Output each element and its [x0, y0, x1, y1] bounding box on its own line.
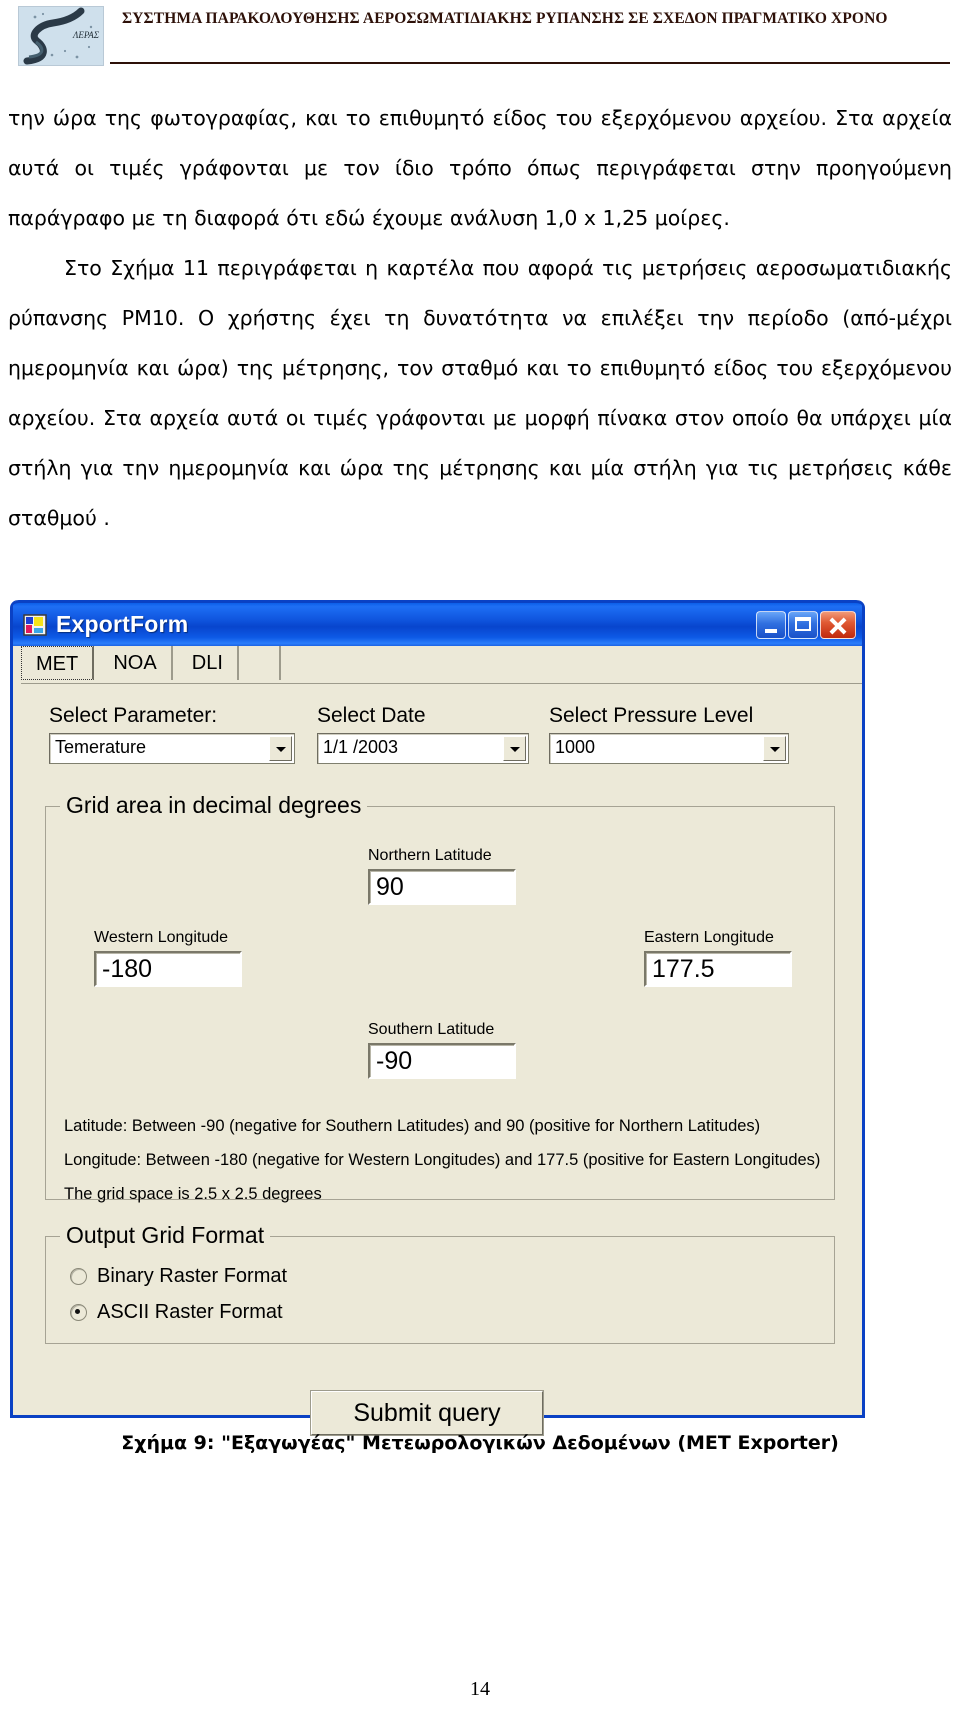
- eastern-longitude-value: 177.5: [652, 955, 715, 983]
- window-titlebar[interactable]: ExportForm: [13, 600, 862, 646]
- southern-latitude-field: Southern Latitude -90: [368, 1021, 516, 1079]
- page-header-title: ΣΥΣΤΗΜΑ ΠΑΡΑΚΟΛΟΥΘΗΣΗΣ ΑΕΡΟΣΩΜΑΤΙΔΙΑΚΗΣ …: [122, 10, 888, 27]
- paragraph-1: την ώρα της φωτογραφίας, και το επιθυμητ…: [8, 106, 952, 230]
- northern-latitude-value: 90: [376, 873, 404, 901]
- pressure-combobox[interactable]: 1000: [549, 733, 789, 764]
- chevron-down-icon[interactable]: [763, 736, 786, 761]
- select-pressure-label: Select Pressure Level: [549, 704, 754, 727]
- western-longitude-input[interactable]: -180: [94, 951, 242, 987]
- figure-caption: Σχήμα 9: "Εξαγωγέας" Μετεωρολογικών Δεδο…: [121, 1432, 839, 1454]
- output-format-title: Output Grid Format: [60, 1222, 271, 1249]
- southern-latitude-label: Southern Latitude: [368, 1021, 495, 1038]
- date-combobox-value: 1/1 /2003: [323, 737, 399, 757]
- logo-graphic: ΛΕΡΑΣ: [19, 7, 103, 65]
- tab-dli[interactable]: DLI: [177, 646, 239, 680]
- application-icon: [23, 613, 47, 637]
- selector-row: Select Parameter: Temerature Select Date…: [49, 704, 839, 774]
- parameter-combobox[interactable]: Temerature: [49, 733, 295, 764]
- grid-space-hint: The grid space is 2.5 x 2.5 degrees: [64, 1185, 322, 1203]
- western-longitude-label: Western Longitude: [94, 929, 229, 946]
- tabstrip-filler: [243, 646, 282, 680]
- minimize-button[interactable]: [756, 610, 786, 639]
- southern-latitude-input[interactable]: -90: [368, 1043, 516, 1079]
- latitude-hint: Latitude: Between -90 (negative for Sout…: [64, 1117, 761, 1135]
- logo-wordmark: ΛΕΡΑΣ: [72, 30, 100, 40]
- eastern-longitude-input[interactable]: 177.5: [644, 951, 792, 987]
- page-header: ΛΕΡΑΣ ΣΥΣΤΗΜΑ ΠΑΡΑΚΟΛΟΥΘΗΣΗΣ ΑΕΡΟΣΩΜΑΤΙΔ…: [0, 0, 960, 72]
- header-divider: [110, 62, 950, 64]
- window-title: ExportForm: [56, 611, 189, 637]
- select-pressure-group: Select Pressure Level 1000: [549, 704, 789, 764]
- radio-unselected-icon: [70, 1268, 87, 1285]
- select-date-label: Select Date: [317, 704, 426, 727]
- chevron-down-icon[interactable]: [269, 736, 292, 761]
- western-longitude-field: Western Longitude -180: [94, 929, 242, 987]
- window-controls: [756, 610, 856, 639]
- tab-noa[interactable]: NOA: [99, 646, 173, 680]
- grid-area-title: Grid area in decimal degrees: [60, 792, 368, 819]
- western-longitude-value: -180: [102, 955, 153, 983]
- page-number: 14: [470, 1678, 490, 1700]
- chevron-down-icon[interactable]: [503, 736, 526, 761]
- maximize-button[interactable]: [788, 610, 818, 639]
- radio-selected-icon: [70, 1304, 87, 1321]
- northern-latitude-field: Northern Latitude 90: [368, 847, 516, 905]
- select-date-group: Select Date 1/1 /2003: [317, 704, 529, 764]
- eastern-longitude-label: Eastern Longitude: [644, 929, 774, 946]
- pressure-combobox-value: 1000: [555, 737, 596, 757]
- radio-ascii-raster[interactable]: ASCII Raster Format: [70, 1301, 283, 1324]
- window-client-area: MET NOA DLI Select Parameter: Temerature…: [13, 646, 862, 1435]
- radio-ascii-raster-label: ASCII Raster Format: [97, 1301, 283, 1323]
- northern-latitude-input[interactable]: 90: [368, 869, 516, 905]
- tab-met[interactable]: MET: [21, 646, 95, 680]
- select-parameter-group: Select Parameter: Temerature: [49, 704, 295, 764]
- northern-latitude-label: Northern Latitude: [368, 847, 492, 864]
- select-parameter-label: Select Parameter:: [49, 704, 218, 727]
- parameter-combobox-value: Temerature: [55, 737, 147, 757]
- document-body: την ώρα της φωτογραφίας, και το επιθυμητ…: [8, 93, 952, 543]
- southern-latitude-value: -90: [376, 1047, 413, 1075]
- radio-binary-raster-label: Binary Raster Format: [97, 1265, 288, 1287]
- output-format-groupbox: Output Grid Format Binary Raster Format …: [45, 1222, 835, 1344]
- grid-area-groupbox: Grid area in decimal degrees Northern La…: [45, 792, 835, 1203]
- radio-binary-raster[interactable]: Binary Raster Format: [70, 1265, 287, 1288]
- tabstrip: MET NOA DLI: [13, 646, 862, 684]
- tabstrip-divider: [21, 683, 862, 684]
- eastern-longitude-field: Eastern Longitude 177.5: [644, 929, 792, 987]
- paragraph-2: Στο Σχήμα 11 περιγράφεται η καρτέλα που …: [8, 256, 952, 530]
- exportform-window: ExportForm MET NOA DLI Select Parameter:: [10, 600, 865, 1435]
- longitude-hint: Longitude: Between -180 (negative for We…: [64, 1151, 821, 1169]
- submit-query-button[interactable]: Submit query: [311, 1391, 543, 1435]
- organization-logo: ΛΕΡΑΣ: [18, 6, 104, 66]
- date-combobox[interactable]: 1/1 /2003: [317, 733, 529, 764]
- close-button[interactable]: [820, 610, 856, 639]
